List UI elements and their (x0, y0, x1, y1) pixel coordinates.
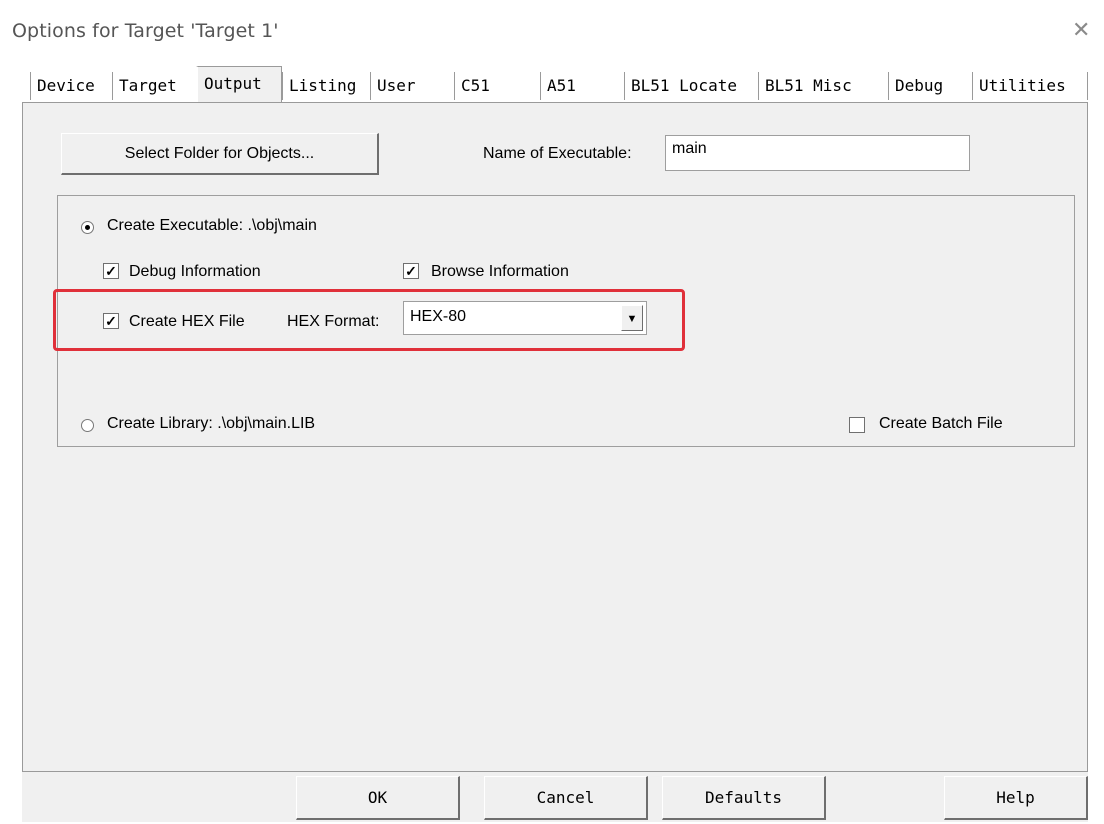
cancel-button[interactable]: Cancel (484, 776, 648, 820)
create-executable-radio[interactable] (81, 221, 94, 234)
highlight-box (53, 289, 685, 351)
browse-information-label: Browse Information (431, 263, 569, 280)
help-button[interactable]: Help (944, 776, 1088, 820)
tab-listing[interactable]: Listing (282, 72, 370, 100)
create-library-radio[interactable] (81, 419, 94, 432)
defaults-button[interactable]: Defaults (662, 776, 826, 820)
create-batch-file-label: Create Batch File (879, 415, 1003, 432)
create-batch-file-checkbox[interactable] (849, 417, 865, 433)
output-panel: Select Folder for Objects... Name of Exe… (22, 102, 1088, 772)
radio-selected-dot (85, 225, 90, 230)
tab-utilities[interactable]: Utilities (972, 72, 1088, 100)
select-folder-button[interactable]: Select Folder for Objects... (61, 133, 379, 175)
tab-user[interactable]: User (370, 72, 454, 100)
create-library-label: Create Library: .\obj\main.LIB (107, 415, 316, 432)
name-of-executable-label: Name of Executable: (483, 145, 632, 162)
window-title: Options for Target 'Target 1' (12, 20, 279, 42)
title-bar: Options for Target 'Target 1' ✕ (0, 0, 1104, 60)
debug-information-label: Debug Information (129, 263, 261, 280)
browse-information-checkbox[interactable]: ✓ (403, 263, 419, 279)
tab-target[interactable]: Target (112, 72, 196, 100)
tab-c51[interactable]: C51 (454, 72, 540, 100)
tab-output[interactable]: Output (196, 66, 282, 102)
create-executable-label: Create Executable: .\obj\main (107, 217, 317, 234)
tab-a51[interactable]: A51 (540, 72, 624, 100)
debug-information-checkbox[interactable]: ✓ (103, 263, 119, 279)
tab-bl51-locate[interactable]: BL51 Locate (624, 72, 758, 100)
tab-bl51-misc[interactable]: BL51 Misc (758, 72, 888, 100)
name-of-executable-input[interactable]: main (665, 135, 970, 171)
tab-bar: Device Target Output Listing User C51 A5… (0, 66, 1104, 102)
close-icon[interactable]: ✕ (1072, 18, 1090, 43)
tab-debug[interactable]: Debug (888, 72, 972, 100)
ok-button[interactable]: OK (296, 776, 460, 820)
tab-device[interactable]: Device (30, 72, 112, 100)
